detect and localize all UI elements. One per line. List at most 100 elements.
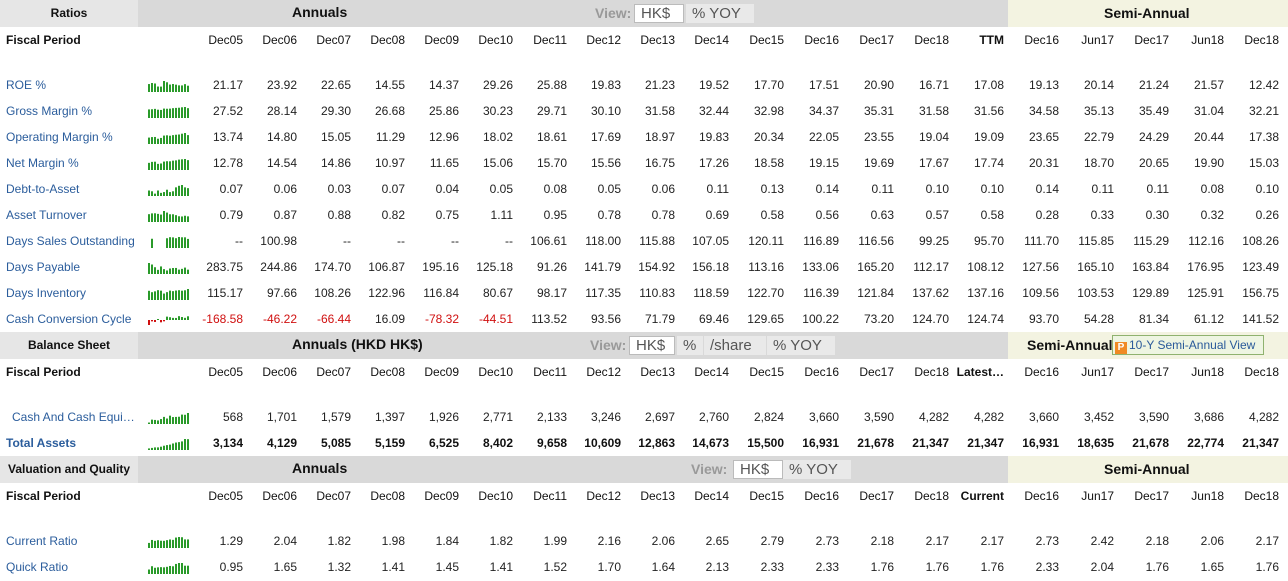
annual-value: 35.31 xyxy=(863,104,894,118)
annual-value: -- xyxy=(397,234,405,248)
sparkline-bar xyxy=(178,563,180,574)
period-header: Dec11 xyxy=(533,489,567,503)
sparkline-bar xyxy=(163,320,165,322)
row-label-operating-margin[interactable]: Operating Margin % xyxy=(6,124,113,150)
period-header: Dec05 xyxy=(208,489,243,503)
ten-year-semi-annual-view-button[interactable]: P 10-Y Semi-Annual View xyxy=(1112,335,1264,355)
period-header: Dec10 xyxy=(478,489,513,503)
semi-annual-value: 21.24 xyxy=(1138,78,1169,92)
days-inventory-sparkline xyxy=(148,289,189,300)
semi-annual-value: 125.91 xyxy=(1187,286,1224,300)
sparkline-bar xyxy=(169,415,171,424)
fiscal-period-label: Fiscal Period xyxy=(6,33,81,47)
sparkline-bar xyxy=(160,540,162,548)
annuals-title: Annuals xyxy=(292,4,348,20)
row-label-days-payable[interactable]: Days Payable xyxy=(6,254,80,280)
sparkline-bar xyxy=(184,107,186,118)
annual-value: 115.17 xyxy=(207,286,243,300)
row-label-asset-turnover[interactable]: Asset Turnover xyxy=(6,202,87,228)
annual-value: 11.29 xyxy=(375,130,405,144)
period-header: Dec06 xyxy=(262,489,297,503)
annual-value: 1.70 xyxy=(597,560,621,574)
annual-value: 95.70 xyxy=(973,234,1004,248)
sparkline-bar xyxy=(172,267,174,274)
annual-value: 32.98 xyxy=(753,104,784,118)
row-label-cash-and-cash-equi[interactable]: Cash And Cash Equi… xyxy=(12,404,135,430)
period-header: Dec16 xyxy=(804,489,839,503)
fiscal-period-row: Fiscal Period Dec05 Dec06 Dec07 Dec08 Dec09 De… xyxy=(0,359,1288,404)
sparkline-bar xyxy=(163,540,165,548)
annual-value: 2.04 xyxy=(273,534,297,548)
sparkline-bar xyxy=(154,193,156,196)
row-label-roe[interactable]: ROE % xyxy=(6,72,46,98)
view-option-pct-yoy[interactable]: % YOY xyxy=(783,460,851,479)
sparkline-bar xyxy=(154,161,156,170)
sparkline-bar xyxy=(157,86,159,92)
semi-annual-value: 156.75 xyxy=(1242,286,1279,300)
view-option-pct-yoy[interactable]: % YOY xyxy=(686,4,754,23)
sparkline-bar xyxy=(160,567,162,574)
annual-value: -- xyxy=(343,234,351,248)
row-gross-margin: Gross Margin % 27.52 28.14 29.30 26.68 25.86 3… xyxy=(0,98,1288,124)
row-asset-turnover: Asset Turnover 0.79 0.87 0.88 0.82 0.75 1.11 0.… xyxy=(0,202,1288,228)
row-label-cash-conversion-cycle[interactable]: Cash Conversion Cycle xyxy=(6,306,131,332)
annual-value: 2,760 xyxy=(698,410,729,424)
annual-value: 15.05 xyxy=(320,130,351,144)
sparkline-bar xyxy=(166,161,168,170)
annual-value: 1,397 xyxy=(374,410,405,424)
row-label-gross-margin[interactable]: Gross Margin % xyxy=(6,98,92,124)
view-option-pct-yoy[interactable]: % YOY xyxy=(767,336,835,355)
period-header: Dec14 xyxy=(694,365,729,379)
view-option-hk[interactable]: HK$ xyxy=(629,336,675,355)
annual-value: 0.11 xyxy=(706,182,729,196)
annual-value: 100.98 xyxy=(260,234,297,248)
row-days-inventory: Days Inventory 115.17 97.66 108.26 122.96 116… xyxy=(0,280,1288,306)
row-label-net-margin[interactable]: Net Margin % xyxy=(6,150,79,176)
sparkline-bar xyxy=(148,162,150,170)
semi-annual-value: 0.11 xyxy=(1146,182,1169,196)
row-label-days-sales-outstanding[interactable]: Days Sales Outstanding xyxy=(6,228,135,254)
semi-annual-value: 23.65 xyxy=(1028,130,1059,144)
semi-period-header: Dec16 xyxy=(1024,489,1059,503)
sparkline-bar xyxy=(181,185,183,196)
sparkline-bar xyxy=(175,442,177,450)
row-label-debt-to-asset[interactable]: Debt-to-Asset xyxy=(6,176,79,202)
period-header: Dec17 xyxy=(859,365,894,379)
semi-annual-value: 4,282 xyxy=(1248,410,1279,424)
semi-annual-value: 22,774 xyxy=(1187,436,1224,450)
sparkline-bar xyxy=(154,320,156,322)
annual-value: 16.71 xyxy=(918,78,949,92)
annual-value: 1.41 xyxy=(489,560,513,574)
annual-value: 17.67 xyxy=(918,156,949,170)
sparkline-bar xyxy=(169,268,171,274)
sparkline-bar xyxy=(169,317,171,320)
sparkline-bar xyxy=(151,213,153,222)
annual-header-band xyxy=(138,456,1008,483)
period-header: Dec07 xyxy=(316,365,351,379)
annual-value: 1.45 xyxy=(435,560,459,574)
view-option-hk[interactable]: HK$ xyxy=(634,4,684,23)
sparkline-bar xyxy=(184,267,186,274)
annual-header-band xyxy=(138,0,1008,27)
sparkline-bar xyxy=(178,107,180,118)
row-label-current-ratio[interactable]: Current Ratio xyxy=(6,528,77,554)
view-option-percent[interactable]: % xyxy=(677,336,703,355)
semi-annual-value: 0.33 xyxy=(1090,208,1114,222)
row-label-quick-ratio[interactable]: Quick Ratio xyxy=(6,554,68,580)
sparkline-bar xyxy=(151,161,153,170)
sparkline-bar xyxy=(181,317,183,320)
row-label-total-assets[interactable]: Total Assets xyxy=(6,430,76,456)
annual-value: 31.58 xyxy=(918,104,949,118)
annual-value: 20.90 xyxy=(863,78,894,92)
sparkline-bar xyxy=(151,292,153,300)
days-sales-outstanding-sparkline xyxy=(151,237,189,248)
period-header: Dec08 xyxy=(370,489,405,503)
period-header: Latest… xyxy=(956,365,1004,379)
sparkline-bar xyxy=(151,539,153,548)
annual-value: 1.11 xyxy=(490,208,513,222)
sparkline-bar xyxy=(166,270,168,274)
view-option-hk[interactable]: HK$ xyxy=(733,460,783,479)
row-label-days-inventory[interactable]: Days Inventory xyxy=(6,280,86,306)
semi-annual-value: 103.53 xyxy=(1077,286,1114,300)
view-option-share[interactable]: /share xyxy=(704,336,766,355)
